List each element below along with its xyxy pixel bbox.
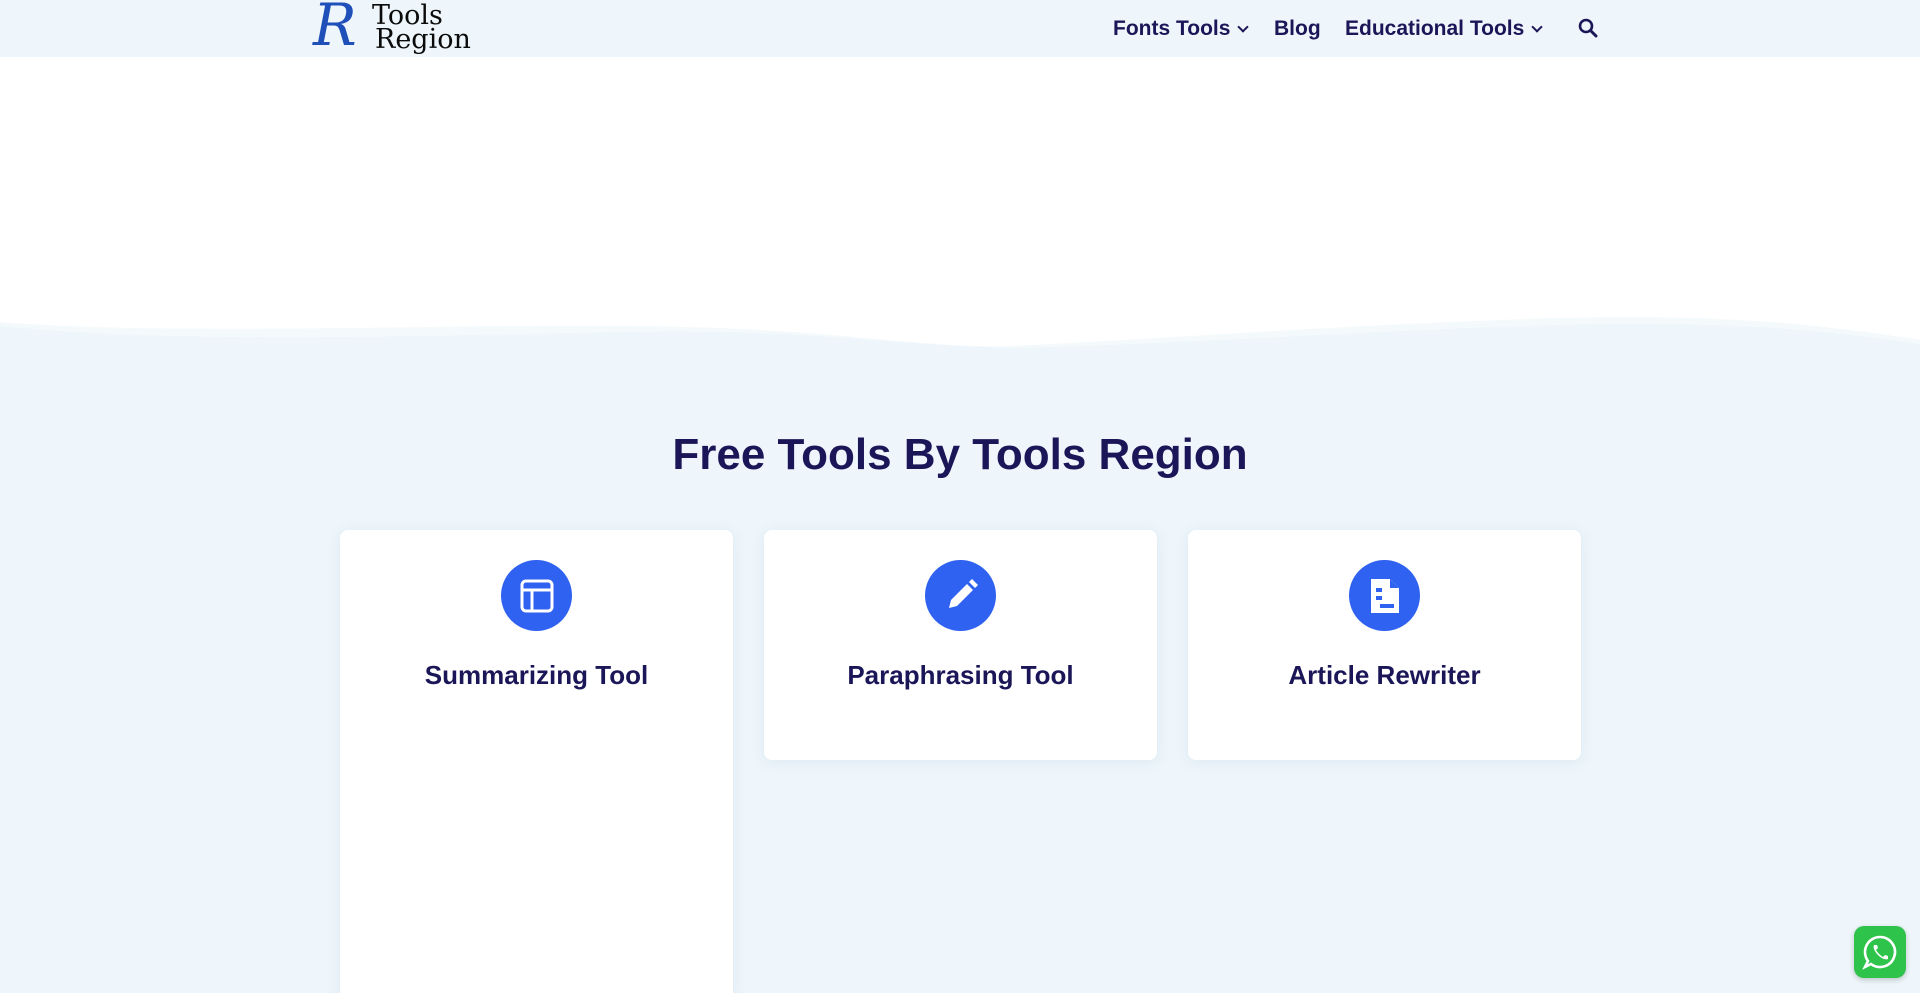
pencil-icon: [948, 578, 978, 608]
card-title: Article Rewriter: [1288, 660, 1481, 690]
nav-item-label: Blog: [1274, 16, 1321, 40]
nav-item-blog[interactable]: Blog: [1274, 0, 1321, 57]
logo-letter: R: [313, 0, 357, 59]
card-article-rewriter[interactable]: Article Rewriter: [1188, 530, 1581, 760]
card-title: Paraphrasing Tool: [847, 660, 1074, 690]
layout-icon: [520, 579, 553, 612]
site-header: R Tools Region Fonts Tools Blog Educatio…: [0, 0, 1920, 57]
search-icon[interactable]: [1578, 18, 1598, 38]
card-summarizing-tool[interactable]: Summarizing Tool: [340, 530, 733, 993]
chevron-down-icon: [1531, 21, 1543, 33]
whatsapp-button[interactable]: [1854, 926, 1906, 978]
site-logo[interactable]: R Tools Region: [313, 0, 473, 59]
chevron-down-icon: [1237, 21, 1250, 33]
section-title: Free Tools By Tools Region: [672, 430, 1248, 479]
document-icon: [1370, 578, 1399, 613]
nav-item-label: Fonts Tools: [1113, 16, 1231, 40]
logo-line-2: Region: [375, 24, 471, 55]
nav-item-label: Educational Tools: [1345, 16, 1525, 40]
nav-item-educational-tools[interactable]: Educational Tools: [1345, 0, 1543, 57]
card-icon-circle: [1349, 560, 1420, 631]
card-icon-circle: [925, 560, 996, 631]
wave-divider: [0, 317, 1920, 380]
nav-item-fonts-tools[interactable]: Fonts Tools: [1113, 0, 1250, 57]
card-icon-circle: [501, 560, 572, 631]
whatsapp-icon: [1862, 935, 1897, 970]
card-paraphrasing-tool[interactable]: Paraphrasing Tool: [764, 530, 1157, 760]
card-title: Summarizing Tool: [424, 660, 649, 690]
